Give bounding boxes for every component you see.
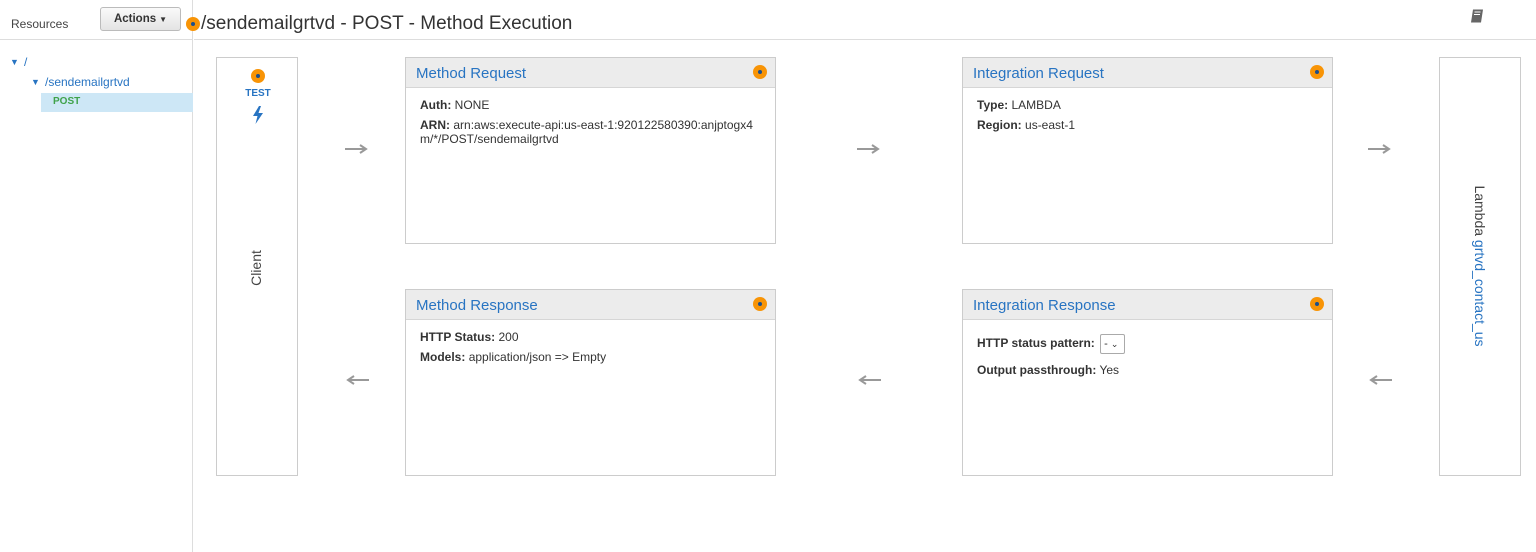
arrow-left-icon — [346, 375, 369, 385]
lambda-label: Lambda grtvd_contact_us — [1472, 185, 1488, 346]
region-value: us-east-1 — [1025, 118, 1076, 132]
status-pattern-field: HTTP status pattern: - ⌄ — [977, 334, 1322, 354]
arn-value: arn:aws:execute-api:us-east-1:9201225803… — [420, 118, 753, 146]
type-label: Type: — [977, 98, 1009, 112]
arrow-left-icon — [858, 375, 881, 385]
arrow-right-icon — [1368, 144, 1391, 154]
client-label: Client — [248, 250, 264, 286]
method-response-body: HTTP Status: 200 Models: application/jso… — [406, 320, 775, 364]
method-response-link[interactable]: Method Response — [416, 297, 538, 314]
integration-request-header: Integration Request — [963, 58, 1332, 88]
tree-item-post-selected[interactable]: POST — [41, 93, 193, 112]
integration-request-link[interactable]: Integration Request — [973, 65, 1104, 82]
arn-label: ARN: — [420, 118, 450, 132]
lambda-prefix: Lambda — [1472, 185, 1488, 237]
integration-response-link[interactable]: Integration Response — [973, 297, 1116, 314]
sidebar-header: Resources Actions ▼ — [0, 0, 193, 40]
tree-link-sendemailgrtvd[interactable]: /sendemailgrtvd — [45, 75, 130, 89]
status-dot-icon — [1310, 65, 1324, 79]
arn-field: ARN: arn:aws:execute-api:us-east-1:92012… — [420, 118, 765, 146]
method-request-header: Method Request — [406, 58, 775, 88]
caret-down-icon: ▼ — [159, 14, 168, 24]
chevron-down-icon: ⌄ — [1110, 339, 1119, 349]
tree-link-root[interactable]: / — [24, 55, 27, 69]
arrow-left-icon — [1369, 375, 1392, 385]
method-response-header: Method Response — [406, 290, 775, 320]
integration-response-header: Integration Response — [963, 290, 1332, 320]
resources-sidebar: Resources Actions ▼ ▼ / ▼ /sendemailgrtv… — [0, 0, 193, 552]
book-icon[interactable] — [1469, 8, 1485, 24]
http-status-value: 200 — [498, 330, 519, 344]
status-pattern-select[interactable]: - ⌄ — [1100, 334, 1126, 354]
status-dot-icon — [186, 17, 200, 31]
tree-item-root[interactable]: ▼ / — [10, 54, 27, 70]
status-dot-icon — [753, 297, 767, 311]
status-dot-icon — [1310, 297, 1324, 311]
status-pattern-value: - — [1104, 338, 1108, 350]
actions-button[interactable]: Actions ▼ — [100, 7, 181, 31]
integration-request-card: Integration Request Type: LAMBDA Region:… — [962, 57, 1333, 244]
sidebar-title: Resources — [11, 17, 69, 31]
method-response-card: Method Response HTTP Status: 200 Models:… — [405, 289, 776, 476]
type-value: LAMBDA — [1011, 98, 1061, 112]
lambda-function-link[interactable]: grtvd_contact_us — [1472, 240, 1488, 347]
integration-response-card: Integration Response HTTP status pattern… — [962, 289, 1333, 476]
method-request-card: Method Request Auth: NONE ARN: arn:aws:e… — [405, 57, 776, 244]
passthrough-value: Yes — [1099, 363, 1120, 377]
method-request-body: Auth: NONE ARN: arn:aws:execute-api:us-e… — [406, 88, 775, 146]
page-title: /sendemailgrtvd - POST - Method Executio… — [201, 13, 573, 34]
auth-label: Auth: — [420, 98, 452, 112]
status-dot-icon — [251, 69, 265, 83]
arrow-right-icon — [857, 144, 880, 154]
tree-expand-icon[interactable]: ▼ — [10, 57, 24, 67]
test-link[interactable]: TEST — [243, 88, 273, 99]
http-status-label: HTTP Status: — [420, 330, 496, 344]
passthrough-field: Output passthrough: Yes — [977, 363, 1322, 377]
actions-label: Actions — [113, 13, 157, 25]
region-label: Region: — [977, 118, 1022, 132]
tree-method-post[interactable]: POST — [53, 96, 80, 107]
integration-response-body: HTTP status pattern: - ⌄ Output passthrou… — [963, 320, 1332, 377]
tree-item-sendemailgrtvd[interactable]: ▼ /sendemailgrtvd — [31, 74, 130, 90]
models-value: application/json => Empty — [468, 350, 607, 364]
arrow-right-icon — [345, 144, 368, 154]
tree-expand-icon[interactable]: ▼ — [31, 77, 45, 87]
region-field: Region: us-east-1 — [977, 118, 1322, 132]
type-field: Type: LAMBDA — [977, 98, 1322, 112]
auth-value: NONE — [454, 98, 490, 112]
status-pattern-label: HTTP status pattern: — [977, 336, 1095, 351]
models-label: Models: — [420, 350, 466, 364]
method-request-link[interactable]: Method Request — [416, 65, 526, 82]
passthrough-label: Output passthrough: — [977, 363, 1097, 377]
bolt-icon[interactable] — [251, 106, 265, 124]
integration-request-body: Type: LAMBDA Region: us-east-1 — [963, 88, 1332, 132]
models-field: Models: application/json => Empty — [420, 350, 765, 364]
http-status-field: HTTP Status: 200 — [420, 330, 765, 344]
auth-field: Auth: NONE — [420, 98, 765, 112]
status-dot-icon — [753, 65, 767, 79]
